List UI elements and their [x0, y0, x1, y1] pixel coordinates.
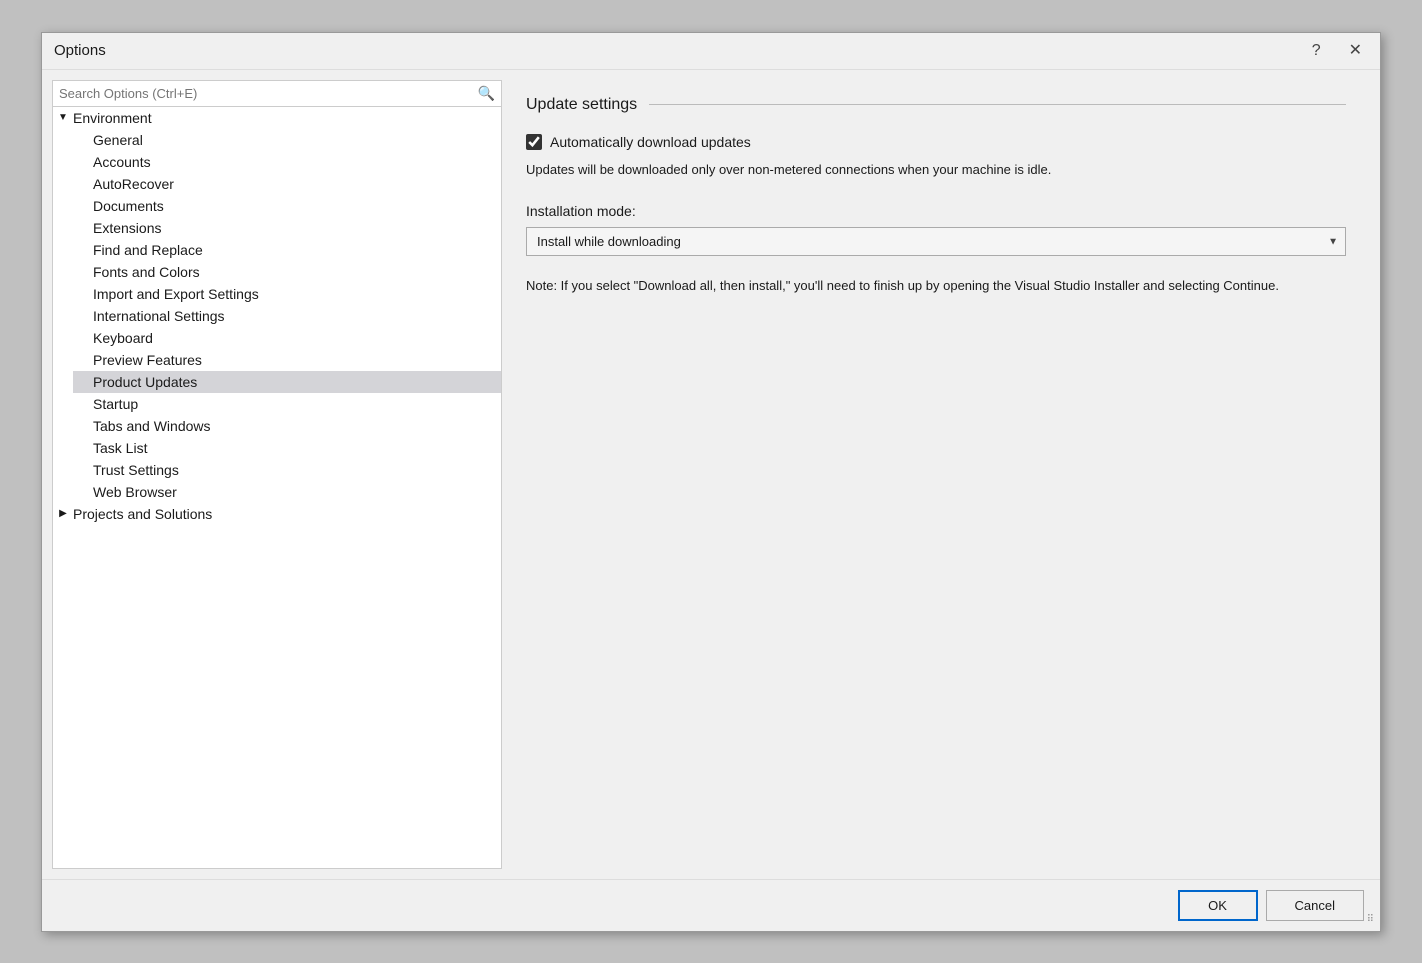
tree-label-international: International Settings — [93, 308, 501, 324]
tree-item-keyboard[interactable]: Keyboard — [73, 327, 501, 349]
tree-label-task-list: Task List — [93, 440, 501, 456]
tree-label-accounts: Accounts — [93, 154, 501, 170]
tree-label-web-browser: Web Browser — [93, 484, 501, 500]
install-mode-select[interactable]: Install while downloading Download all, … — [526, 227, 1346, 256]
tree-label-general: General — [93, 132, 501, 148]
tree-item-product-updates[interactable]: Product Updates — [73, 371, 501, 393]
tree-arrow-environment: ▼ — [53, 112, 73, 123]
tree-item-tabs-windows[interactable]: Tabs and Windows — [73, 415, 501, 437]
title-bar-controls: ? ✕ — [1306, 41, 1368, 61]
install-mode-label: Installation mode: — [526, 203, 1346, 219]
note-text: Note: If you select "Download all, then … — [526, 276, 1346, 297]
title-bar: Options ? ✕ — [42, 33, 1380, 70]
tree-item-autorecover[interactable]: AutoRecover — [73, 173, 501, 195]
tree-label-projects: Projects and Solutions — [73, 506, 501, 522]
tree-item-trust-settings[interactable]: Trust Settings — [73, 459, 501, 481]
dialog-footer: OK Cancel — [42, 879, 1380, 931]
tree-item-general[interactable]: General — [73, 129, 501, 151]
tree-label-keyboard: Keyboard — [93, 330, 501, 346]
tree-container[interactable]: ▼ Environment General Accounts A — [53, 107, 501, 868]
tree-label-autorecover: AutoRecover — [93, 176, 501, 192]
tree-item-international[interactable]: International Settings — [73, 305, 501, 327]
tree-label-documents: Documents — [93, 198, 501, 214]
help-button[interactable]: ? — [1306, 41, 1327, 61]
tree-label-tabs-windows: Tabs and Windows — [93, 418, 501, 434]
tree-item-documents[interactable]: Documents — [73, 195, 501, 217]
auto-download-checkbox[interactable] — [526, 134, 542, 150]
select-wrapper: Install while downloading Download all, … — [526, 227, 1346, 256]
tree-item-environment[interactable]: ▼ Environment — [53, 107, 501, 129]
tree-label-trust-settings: Trust Settings — [93, 462, 501, 478]
options-dialog: Options ? ✕ 🔍 ▼ Environment — [41, 32, 1381, 932]
tree-item-startup[interactable]: Startup — [73, 393, 501, 415]
tree-item-import-export[interactable]: Import and Export Settings — [73, 283, 501, 305]
tree-label-product-updates: Product Updates — [93, 374, 501, 390]
tree-label-environment: Environment — [73, 110, 501, 126]
search-box: 🔍 — [53, 81, 501, 107]
left-panel: 🔍 ▼ Environment General Acco — [52, 80, 502, 869]
tree-arrow-projects: ▶ — [53, 508, 73, 519]
right-panel: Update settings Automatically download u… — [502, 80, 1370, 869]
tree-item-preview-features[interactable]: Preview Features — [73, 349, 501, 371]
dialog-body: 🔍 ▼ Environment General Acco — [42, 70, 1380, 879]
section-title: Update settings — [526, 96, 637, 114]
section-divider — [649, 104, 1346, 105]
search-icon: 🔍 — [478, 85, 495, 102]
tree-item-extensions[interactable]: Extensions — [73, 217, 501, 239]
checkbox-row: Automatically download updates — [526, 134, 1346, 150]
cancel-button[interactable]: Cancel — [1266, 890, 1364, 921]
tree-label-find-replace: Find and Replace — [93, 242, 501, 258]
tree-item-fonts-colors[interactable]: Fonts and Colors — [73, 261, 501, 283]
search-input[interactable] — [59, 86, 478, 101]
description-text: Updates will be downloaded only over non… — [526, 160, 1346, 180]
tree-label-extensions: Extensions — [93, 220, 501, 236]
section-title-row: Update settings — [526, 96, 1346, 114]
ok-button[interactable]: OK — [1178, 890, 1258, 921]
tree-item-accounts[interactable]: Accounts — [73, 151, 501, 173]
dialog-title: Options — [54, 42, 106, 59]
environment-children: General Accounts AutoRecover Documents — [53, 129, 501, 503]
tree-label-preview-features: Preview Features — [93, 352, 501, 368]
tree-item-web-browser[interactable]: Web Browser — [73, 481, 501, 503]
title-bar-left: Options — [54, 42, 106, 59]
resize-handle-icon[interactable]: ⠿ — [1367, 915, 1374, 925]
tree-item-task-list[interactable]: Task List — [73, 437, 501, 459]
checkbox-label: Automatically download updates — [550, 134, 751, 150]
tree-item-find-replace[interactable]: Find and Replace — [73, 239, 501, 261]
tree-label-startup: Startup — [93, 396, 501, 412]
tree-label-fonts-colors: Fonts and Colors — [93, 264, 501, 280]
tree-label-import-export: Import and Export Settings — [93, 286, 501, 302]
close-button[interactable]: ✕ — [1343, 41, 1368, 61]
tree-item-projects[interactable]: ▶ Projects and Solutions — [53, 503, 501, 525]
